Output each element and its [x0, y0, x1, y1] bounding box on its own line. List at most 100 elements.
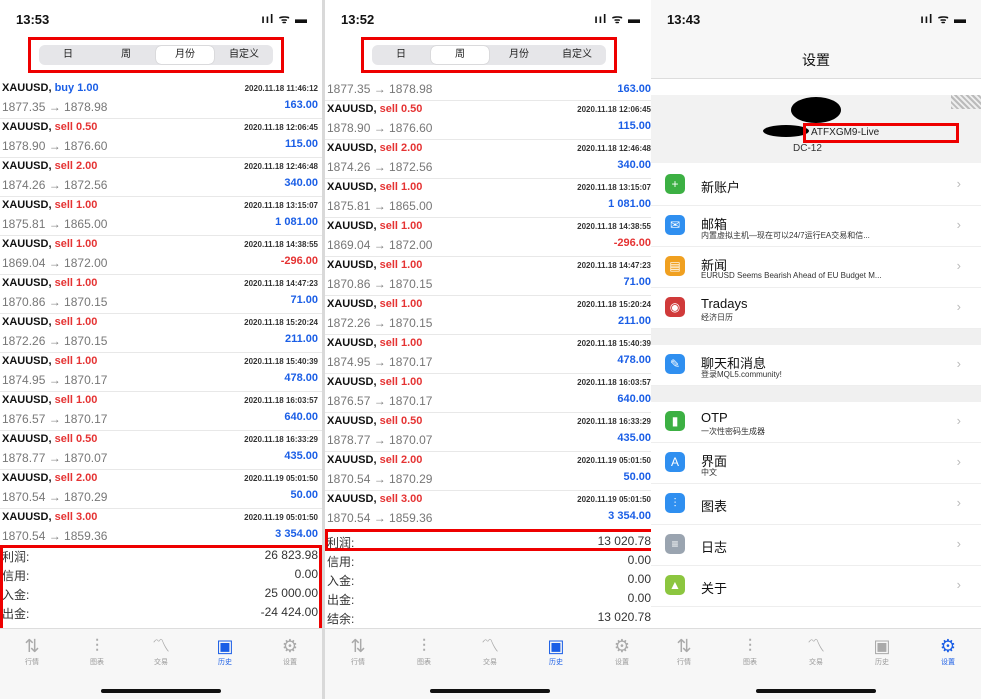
partial-trade-row[interactable]: 1877.35 → 1878.98 163.00	[325, 80, 655, 101]
trade-row[interactable]: XAUUSD, sell 1.00 1869.04 → 1872.00 2020.1…	[0, 236, 322, 275]
trade-symbol: XAUUSD, sell 2.00	[327, 142, 422, 154]
menu-item-mail[interactable]: ✉ 邮箱 内置虚拟主机—现在可以24/7运行EA交易和信... ›	[651, 206, 981, 247]
tab-week[interactable]: 周	[431, 46, 489, 64]
trade-row[interactable]: XAUUSD, sell 2.00 1870.54 → 1870.29 2020.1…	[325, 452, 655, 491]
summary-value: 13 020.78	[597, 534, 651, 548]
trade-time: 2020.11.18 14:47:23	[244, 279, 318, 288]
tab-custom[interactable]: 自定义	[215, 45, 273, 65]
menu-item-subtitle: 中文	[701, 468, 717, 477]
tab-quotes[interactable]: ⇅ 行情	[664, 635, 704, 667]
trade-prices: 1878.77 → 1870.07	[2, 451, 108, 465]
symbol-label: XAUUSD,	[2, 199, 52, 211]
tab-chart[interactable]: ⫶ 图表	[77, 635, 117, 667]
trade-row[interactable]: XAUUSD, sell 1.00 1876.57 → 1870.17 2020.1…	[0, 392, 322, 431]
summary-row: 出金: 0.00	[325, 589, 655, 608]
trade-profit: 478.00	[617, 354, 651, 366]
trade-row[interactable]: XAUUSD, sell 1.00 1875.81 → 1865.00 2020.1…	[0, 197, 322, 236]
signal-battery-icon: ııl ᯤ ▬	[594, 12, 641, 26]
period-segmented-control[interactable]: 日周月份 自定义	[372, 45, 606, 65]
status-time: 13:52	[341, 12, 375, 27]
trade-row[interactable]: XAUUSD, sell 1.00 1872.26 → 1870.15 2020.1…	[0, 314, 322, 353]
tab-settings[interactable]: ⚙ 设置	[602, 635, 642, 667]
trade-row[interactable]: XAUUSD, sell 1.00 1872.26 → 1870.15 2020.1…	[325, 296, 655, 335]
symbol-label: XAUUSD,	[327, 142, 377, 154]
chevron-right-icon: ›	[956, 495, 961, 510]
trade-prices: 1870.86 → 1870.15	[327, 277, 433, 291]
tab-day[interactable]: 日	[372, 45, 430, 65]
trade-row[interactable]: XAUUSD, sell 2.00 1870.54 → 1870.29 2020.1…	[0, 470, 322, 509]
trade-row[interactable]: XAUUSD, sell 1.00 1875.81 → 1865.00 2020.1…	[325, 179, 655, 218]
tab-label: 图表	[743, 659, 757, 666]
menu-item-language[interactable]: A 界面 中文 ›	[651, 443, 981, 484]
settings-screen: 13:43 ııl ᯤ ▬ 设置 ATFXGM9-Live DC-12 + 新账户…	[651, 0, 981, 699]
menu-item-chat[interactable]: ✎ 聊天和消息 登录MQL5.community! ›	[651, 345, 981, 386]
trade-row[interactable]: XAUUSD, sell 0.50 1878.77 → 1870.07 2020.1…	[0, 431, 322, 470]
tab-label: 设置	[615, 659, 629, 666]
tab-label: 交易	[483, 659, 497, 666]
tab-trade[interactable]: 〽交易	[796, 635, 836, 667]
tab-chart[interactable]: ⫶ 图表	[730, 635, 770, 667]
trade-row[interactable]: XAUUSD, sell 1.00 1870.86 → 1870.15 2020.1…	[325, 257, 655, 296]
menu-item-charts[interactable]: ⫶ 图表 ›	[651, 484, 981, 525]
trade-row[interactable]: XAUUSD, sell 2.00 1874.26 → 1872.56 2020.1…	[325, 140, 655, 179]
tab-history[interactable]: ▣ 历史	[536, 635, 576, 667]
trade-time: 2020.11.18 16:33:29	[577, 417, 651, 426]
trade-symbol: XAUUSD, sell 1.00	[2, 394, 97, 406]
trade-direction: sell 1.00	[54, 316, 98, 328]
tab-settings[interactable]: ⚙ 设置	[928, 635, 968, 667]
account-card[interactable]: ATFXGM9-Live DC-12	[651, 95, 981, 163]
trade-time: 2020.11.18 12:06:45	[244, 123, 318, 132]
menu-item-about[interactable]: ▲ 关于 ›	[651, 566, 981, 607]
tab-month[interactable]: 月份	[490, 45, 548, 65]
trade-row[interactable]: XAUUSD, sell 1.00 1874.95 → 1870.17 2020.1…	[0, 353, 322, 392]
trade-row[interactable]: XAUUSD, sell 1.00 1870.86 → 1870.15 2020.1…	[0, 275, 322, 314]
menu-item-subtitle: 登录MQL5.community!	[701, 370, 782, 379]
menu-item-journal[interactable]: ≡ 日志 ›	[651, 525, 981, 566]
tab-history[interactable]: ▣ 历史	[205, 635, 245, 667]
menu-item-tradays[interactable]: ◉ Tradays 经济日历 ›	[651, 288, 981, 329]
tab-trade[interactable]: 〽交易	[470, 635, 510, 667]
trade-row[interactable]: XAUUSD, sell 0.50 1878.77 → 1870.07 2020.1…	[325, 413, 655, 452]
trade-row[interactable]: XAUUSD, sell 1.00 1876.57 → 1870.17 2020.1…	[325, 374, 655, 413]
trade-prices: 1878.77 → 1870.07	[327, 433, 433, 447]
period-segmented-control[interactable]: 日周月份 自定义	[39, 45, 273, 65]
tab-chart[interactable]: ⫶ 图表	[404, 635, 444, 667]
menu-item-subtitle: 一次性密码生成器	[701, 427, 765, 436]
trade-time: 2020.11.19 05:01:50	[577, 495, 651, 504]
menu-item-new-account[interactable]: + 新账户 ›	[651, 165, 981, 206]
trade-row[interactable]: XAUUSD, sell 2.00 1874.26 → 1872.56 2020.1…	[0, 158, 322, 197]
trade-profit: 3 354.00	[275, 528, 318, 540]
tab-day[interactable]: 日	[39, 45, 97, 65]
trade-prices: 1872.26 → 1870.15	[327, 316, 433, 330]
tab-quotes[interactable]: ⇅ 行情	[338, 635, 378, 667]
menu-item-otp[interactable]: ▮ OTP 一次性密码生成器 ›	[651, 402, 981, 443]
trade-list[interactable]: XAUUSD, sell 0.50 1878.90 → 1876.60 2020.1…	[325, 101, 655, 530]
trade-direction: sell 1.00	[379, 220, 423, 232]
trade-row[interactable]: XAUUSD, sell 0.50 1878.90 → 1876.60 2020.1…	[0, 119, 322, 158]
trade-row[interactable]: XAUUSD, sell 3.00 1870.54 → 1859.36 2020.1…	[0, 509, 322, 548]
tab-bar: ⇅ 行情 ⫶ 图表 〽交易 ▣ 历史 ⚙ 设置	[651, 628, 981, 699]
server-label: DC-12	[793, 143, 822, 154]
trade-prices: 1874.26 → 1872.56	[2, 178, 108, 192]
trade-list[interactable]: XAUUSD, buy 1.00 1877.35 → 1878.98 2020.11…	[0, 80, 322, 548]
symbol-label: XAUUSD,	[2, 472, 52, 484]
tab-settings[interactable]: ⚙ 设置	[270, 635, 310, 667]
trade-time: 2020.11.18 12:46:48	[244, 162, 318, 171]
trade-row[interactable]: XAUUSD, sell 3.00 1870.54 → 1859.36 2020.1…	[325, 491, 655, 530]
corner-ribbon	[951, 95, 981, 109]
tab-custom[interactable]: 自定义	[548, 45, 606, 65]
trade-prices: 1874.95 → 1870.17	[2, 373, 108, 387]
trade-row[interactable]: XAUUSD, sell 1.00 1869.04 → 1872.00 2020.1…	[325, 218, 655, 257]
menu-item-news[interactable]: ▤ 新闻 EURUSD Seems Bearish Ahead of EU Budg…	[651, 247, 981, 288]
tab-trade[interactable]: 〽交易	[141, 635, 181, 667]
tab-week[interactable]: 周	[97, 45, 155, 65]
tab-history[interactable]: ▣ 历史	[862, 635, 902, 667]
settings-icon: ⚙	[281, 636, 299, 656]
tab-quotes[interactable]: ⇅ 行情	[12, 635, 52, 667]
trade-row[interactable]: XAUUSD, sell 1.00 1874.95 → 1870.17 2020.1…	[325, 335, 655, 374]
trade-row[interactable]: XAUUSD, buy 1.00 1877.35 → 1878.98 2020.11…	[0, 80, 322, 119]
chevron-right-icon: ›	[956, 217, 961, 232]
tab-month[interactable]: 月份	[156, 46, 214, 64]
trade-row[interactable]: XAUUSD, sell 0.50 1878.90 → 1876.60 2020.1…	[325, 101, 655, 140]
summary-row: 结余: 13 020.78	[325, 608, 655, 627]
